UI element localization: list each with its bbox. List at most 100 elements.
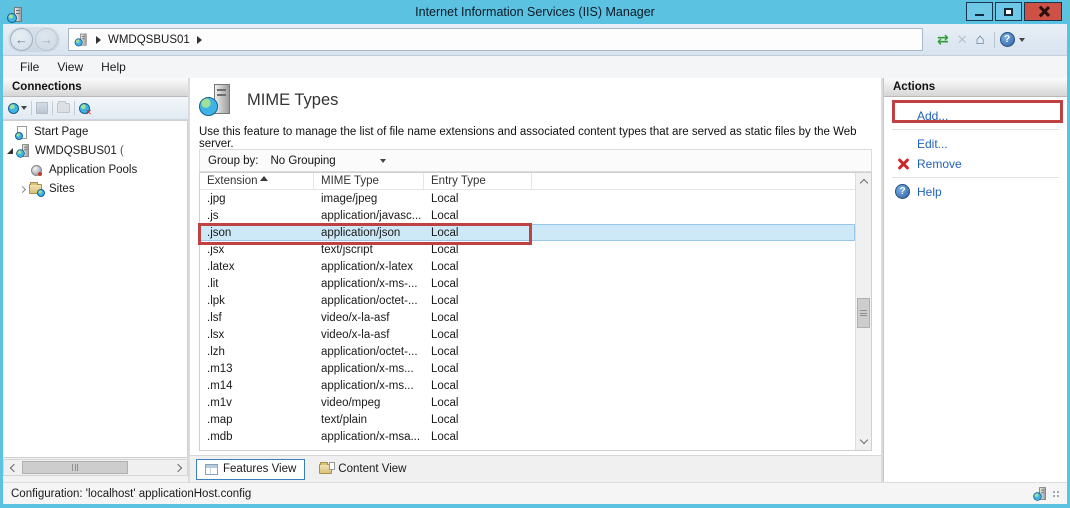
resize-grip[interactable] [1052, 490, 1061, 499]
save-connection-icon [36, 102, 48, 114]
collapsed-icon[interactable] [19, 185, 26, 192]
list-rows: .jpgimage/jpegLocal .jsapplication/javas… [200, 190, 855, 450]
content-area: Connections Start Page [3, 78, 1067, 482]
sort-ascending-icon [260, 176, 268, 181]
table-row[interactable]: .lsxvideo/x-la-asfLocal [200, 326, 855, 343]
chevron-down-icon [380, 159, 386, 163]
iis-manager-window: Internet Information Services (IIS) Mana… [0, 0, 1070, 508]
group-by-label: Group by: [208, 155, 259, 167]
create-connection-icon[interactable] [8, 103, 19, 114]
close-button[interactable] [1024, 2, 1062, 21]
scrollbar-thumb[interactable] [857, 298, 870, 328]
maximize-button[interactable] [995, 2, 1022, 21]
actions-header: Actions [884, 78, 1067, 97]
menu-help[interactable]: Help [92, 60, 135, 74]
status-server-icon [1033, 487, 1047, 501]
view-tabs-bar: Features View Content View [190, 455, 881, 482]
delete-connection-icon[interactable] [79, 103, 90, 114]
action-add[interactable]: Add... [894, 107, 1067, 124]
feature-description: Use this feature to manage the list of f… [199, 126, 859, 150]
refresh-icon[interactable]: ⇄ [937, 31, 949, 48]
tab-features-view[interactable]: Features View [196, 459, 305, 480]
remove-x-icon [897, 158, 909, 170]
content-view-icon [319, 464, 333, 475]
start-page-icon [17, 126, 27, 139]
connections-header: Connections [3, 78, 188, 97]
status-text: Configuration: 'localhost' applicationHo… [11, 488, 251, 500]
back-button[interactable]: ← [10, 28, 33, 51]
action-edit[interactable]: Edit... [894, 135, 1067, 152]
window-title: Internet Information Services (IIS) Mana… [0, 5, 1070, 19]
tree-item-application-pools[interactable]: Application Pools [3, 162, 187, 178]
minimize-icon [975, 14, 984, 16]
list-vertical-scrollbar[interactable] [855, 173, 871, 450]
mime-types-feature-panel: MIME Types Use this feature to manage th… [190, 78, 881, 482]
scroll-left-icon[interactable] [4, 460, 20, 475]
help-circle-icon: ? [895, 184, 910, 199]
scroll-right-icon[interactable] [171, 460, 187, 475]
table-row[interactable]: .jsxtext/jscriptLocal [200, 241, 855, 258]
up-folder-icon [57, 103, 70, 113]
help-icon[interactable]: ? [1000, 32, 1015, 47]
actions-panel: Actions Add... Edit... Remove ? Help [883, 78, 1067, 482]
tree-item-server[interactable]: WMDQSBUS01 ( [3, 143, 187, 159]
page-title: MIME Types [247, 91, 338, 110]
server-icon [75, 33, 88, 46]
table-row[interactable]: .lzhapplication/octet-...Local [200, 343, 855, 360]
navigation-toolbar: ← → WMDQSBUS01 ⇄ ✕ ⌂ ? [3, 24, 1067, 56]
menu-view[interactable]: View [48, 60, 92, 74]
title-bar[interactable]: Internet Information Services (IIS) Mana… [0, 0, 1070, 24]
table-row[interactable]: .mdbapplication/x-msa...Local [200, 428, 855, 445]
tree-item-start-page[interactable]: Start Page [3, 124, 187, 140]
menu-bar: File View Help [3, 56, 1067, 78]
help-dropdown-icon[interactable] [1019, 38, 1025, 42]
stop-icon: ✕ [957, 32, 968, 48]
minimize-button[interactable] [966, 2, 993, 21]
column-header-mime-type[interactable]: MIME Type [314, 173, 424, 189]
group-by-select[interactable]: No Grouping [271, 155, 386, 167]
expanded-icon[interactable] [7, 148, 13, 154]
table-row[interactable]: .m14application/x-ms...Local [200, 377, 855, 394]
column-header-entry-type[interactable]: Entry Type [424, 173, 532, 189]
breadcrumb-arrow-icon[interactable] [197, 36, 202, 44]
features-view-icon [205, 464, 218, 475]
table-row[interactable]: .lsfvideo/x-la-asfLocal [200, 309, 855, 326]
connections-panel: Connections Start Page [3, 78, 188, 482]
table-row[interactable]: .jpgimage/jpegLocal [200, 190, 855, 207]
table-row[interactable]: .maptext/plainLocal [200, 411, 855, 428]
application-pools-icon [31, 165, 42, 176]
redacted-text [126, 145, 174, 157]
mime-types-list: Extension MIME Type Entry Type .jpgimage… [199, 172, 872, 451]
table-row[interactable]: .jsapplication/javasc...Local [200, 207, 855, 224]
breadcrumb-server[interactable]: WMDQSBUS01 [108, 34, 190, 46]
address-bar[interactable]: WMDQSBUS01 [68, 28, 923, 51]
server-node-icon [16, 144, 30, 158]
home-icon[interactable]: ⌂ [976, 31, 985, 48]
connection-dropdown-icon[interactable] [21, 106, 27, 110]
scroll-down-icon[interactable] [856, 433, 871, 450]
table-row[interactable]: .m13application/x-ms...Local [200, 360, 855, 377]
sites-icon [29, 184, 43, 195]
forward-button[interactable]: → [35, 28, 58, 51]
column-header-extension[interactable]: Extension [200, 173, 314, 189]
table-row[interactable]: .lpkapplication/octet-...Local [200, 292, 855, 309]
breadcrumb-arrow-icon [96, 36, 101, 44]
action-help[interactable]: ? Help [894, 183, 1067, 200]
connections-horizontal-scrollbar[interactable] [3, 459, 188, 476]
table-row-selected[interactable]: .jsonapplication/jsonLocal [200, 224, 855, 241]
action-remove[interactable]: Remove [894, 155, 1067, 172]
status-bar: Configuration: 'localhost' applicationHo… [3, 482, 1067, 504]
scrollbar-thumb[interactable] [22, 461, 128, 474]
connections-toolbar [3, 97, 188, 120]
close-icon [1038, 6, 1049, 17]
group-by-bar: Group by: No Grouping [199, 149, 872, 172]
list-header: Extension MIME Type Entry Type [200, 173, 871, 190]
tree-item-sites[interactable]: Sites [3, 181, 187, 197]
connections-tree: Start Page WMDQSBUS01 ( Application Pool… [3, 120, 188, 458]
tab-content-view[interactable]: Content View [311, 459, 414, 480]
table-row[interactable]: .litapplication/x-ms-...Local [200, 275, 855, 292]
table-row[interactable]: .m1vvideo/mpegLocal [200, 394, 855, 411]
scroll-up-icon[interactable] [856, 173, 871, 190]
table-row[interactable]: .latexapplication/x-latexLocal [200, 258, 855, 275]
menu-file[interactable]: File [11, 60, 48, 74]
